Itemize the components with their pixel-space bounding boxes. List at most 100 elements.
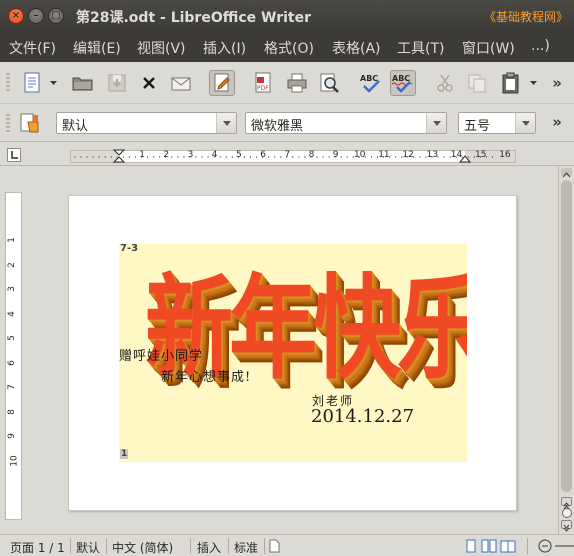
ruler-number: 13 <box>426 150 439 160</box>
menu-window[interactable]: 窗口(W) <box>462 38 515 58</box>
ruler-tick <box>274 156 276 158</box>
send-email-button[interactable] <box>168 70 194 96</box>
ruler-number: 10 <box>9 454 20 467</box>
minimize-window-button[interactable]: – <box>28 8 44 24</box>
double-chevron-down-icon <box>563 524 570 532</box>
window-title: 第28课.odt - LibreOffice Writer <box>76 10 312 26</box>
chevron-down-icon[interactable] <box>426 113 446 133</box>
greeting-line-1: 赠呼娃小同学 <box>119 349 204 364</box>
menu-format[interactable]: 格式(O) <box>264 38 314 58</box>
envelope-icon <box>171 77 191 91</box>
cut-button[interactable] <box>432 70 458 96</box>
close-document-button[interactable] <box>136 70 162 96</box>
minimize-icon: – <box>33 10 39 21</box>
zoom-out-icon[interactable] <box>538 539 552 553</box>
ruler-tick <box>280 156 282 158</box>
ruler-number: 1 <box>6 237 17 243</box>
chevron-down-icon[interactable] <box>515 113 535 133</box>
vertical-ruler[interactable]: 1 2 3 4 5 6 7 8 9 10 <box>5 192 22 520</box>
spelling-button[interactable]: ABC <box>358 70 384 96</box>
paste-dropdown-button[interactable] <box>528 70 540 96</box>
selection-mode[interactable]: 标准 <box>234 539 258 556</box>
ruler-number: 4 <box>211 150 218 160</box>
ruler-tick <box>322 156 324 158</box>
text-language[interactable]: 中文 (简体) <box>112 539 173 556</box>
styles-and-formatting-button[interactable] <box>18 110 44 136</box>
ruler-number: 2 <box>163 150 170 160</box>
menu-view[interactable]: 视图(V) <box>137 38 186 58</box>
date-text: 2014.12.27 <box>311 406 415 427</box>
status-divider <box>106 538 107 554</box>
export-pdf-button[interactable]: PDF <box>250 70 276 96</box>
toolbar-grip[interactable] <box>6 114 10 134</box>
status-divider <box>190 538 191 554</box>
menu-bar: 文件(F) 编辑(E) 视图(V) 插入(I) 格式(O) 表格(A) 工具(T… <box>0 32 574 62</box>
chevron-up-icon <box>562 172 571 178</box>
ruler-tick <box>159 156 161 158</box>
document-modified-icon[interactable] <box>268 539 280 553</box>
toolbar-overflow-button[interactable]: » <box>552 74 562 92</box>
ruler-tick <box>491 156 494 158</box>
prev-page-button[interactable] <box>561 497 572 510</box>
ruler-number: 14 <box>450 150 463 160</box>
page-style[interactable]: 默认 <box>76 539 100 556</box>
menu-file[interactable]: 文件(F) <box>9 38 56 58</box>
close-window-button[interactable]: × <box>8 8 24 24</box>
ruler-tick <box>395 156 397 158</box>
svg-text:ABC: ABC <box>392 74 410 83</box>
status-divider <box>228 538 229 554</box>
folder-icon <box>72 77 93 91</box>
ruler-tick <box>153 156 155 158</box>
new-document-button[interactable] <box>20 70 46 96</box>
print-preview-button[interactable] <box>316 70 342 96</box>
print-button[interactable] <box>284 70 310 96</box>
paragraph-style-select[interactable]: 默认 <box>56 112 237 134</box>
single-page-view-icon[interactable] <box>465 539 477 553</box>
chevron-down-icon[interactable] <box>216 113 236 133</box>
open-button[interactable] <box>70 70 96 96</box>
ruler-number: 3 <box>187 150 194 160</box>
menu-table[interactable]: 表格(A) <box>332 38 381 58</box>
greeting-card-image[interactable]: 7-3 新年快乐 赠呼娃小同学 新年心想事成! 刘老师 2014.12.27 1 <box>119 244 467 462</box>
vertical-scrollbar[interactable] <box>558 166 574 534</box>
font-size-select[interactable]: 五号 <box>458 112 536 134</box>
ruler-number: 9 <box>332 150 339 160</box>
close-icon <box>143 77 155 89</box>
save-button[interactable] <box>104 70 130 96</box>
svg-text:ABC: ABC <box>360 74 378 83</box>
tab-stop-selector[interactable] <box>7 148 21 162</box>
book-view-icon[interactable] <box>500 539 516 553</box>
next-page-button[interactable] <box>561 520 572 532</box>
ruler-tick <box>128 156 131 158</box>
toolbar-overflow-button[interactable]: » <box>552 113 562 131</box>
multi-page-view-icon[interactable] <box>481 539 497 553</box>
autospellcheck-toggle[interactable]: ABC <box>390 70 416 96</box>
menu-tools[interactable]: 工具(T) <box>397 38 444 58</box>
menu-edit[interactable]: 编辑(E) <box>73 38 121 58</box>
indent-marker-icon[interactable] <box>112 149 126 163</box>
ruler-tick <box>292 156 294 158</box>
maximize-window-button[interactable]: □ <box>48 8 64 24</box>
new-dropdown-button[interactable] <box>48 70 60 96</box>
styles-icon <box>20 113 39 133</box>
ruler-number: 4 <box>6 310 17 317</box>
scroll-thumb[interactable] <box>561 180 572 492</box>
menu-more[interactable]: ...) <box>531 38 550 54</box>
zoom-slider[interactable] <box>555 545 574 547</box>
copy-button[interactable] <box>464 70 490 96</box>
navigation-button[interactable] <box>562 508 572 518</box>
edit-mode-button[interactable] <box>209 70 235 96</box>
spellcheck-icon: ABC <box>360 74 380 93</box>
font-name-select[interactable]: 微软雅黑 <box>245 112 447 134</box>
page-count[interactable]: 页面 1 / 1 <box>10 539 65 556</box>
paste-button[interactable] <box>498 70 524 96</box>
corner-label: 7-3 <box>120 244 139 254</box>
toolbar-grip[interactable] <box>6 73 10 93</box>
scroll-up-button[interactable] <box>561 168 572 178</box>
menu-insert[interactable]: 插入(I) <box>203 38 246 58</box>
ruler-tick <box>328 156 330 158</box>
horizontal-ruler[interactable]: 1 2 3 4 5 6 7 8 9 10 11 12 13 14 15 16 <box>70 149 516 163</box>
insert-mode[interactable]: 插入 <box>197 539 221 556</box>
ruler-number: 8 <box>6 408 17 415</box>
status-bar: 页面 1 / 1 默认 中文 (简体) 插入 标准 <box>0 534 574 556</box>
